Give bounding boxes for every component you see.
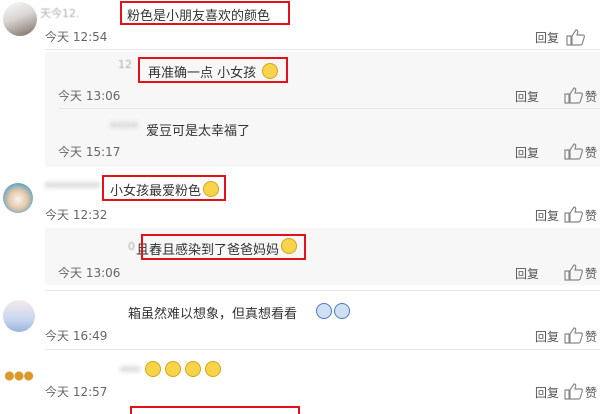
like-label[interactable]: 赞 [585,207,597,224]
reply-button[interactable]: 回复 [515,144,539,161]
like-label[interactable]: 赞 [585,328,597,345]
blurred-username [45,182,100,188]
timestamp: 今天 13:06 [58,89,121,103]
username[interactable]: 0 [128,240,135,253]
emoji-icon [334,303,350,319]
avatar[interactable] [3,300,35,332]
timestamp: 今天 12:54 [45,30,108,44]
username[interactable]: 天今12. [40,5,80,21]
highlight-box [138,57,288,83]
divider [45,290,600,291]
reply-button[interactable]: 回复 [535,328,559,345]
highlight-box [130,406,300,414]
thumbs-up-icon[interactable] [563,382,585,400]
avatar[interactable] [3,364,35,388]
highlight-box [120,1,290,25]
thumbs-up-icon[interactable] [563,326,585,344]
highlight-box [102,175,226,201]
blurred-username [120,366,140,372]
divider [45,349,600,350]
thumbs-up-icon[interactable] [563,86,585,104]
reply-button[interactable]: 回复 [535,207,559,224]
reply-button[interactable]: 回复 [535,29,559,46]
thumbs-up-icon[interactable] [565,28,587,46]
reply-button[interactable]: 回复 [515,265,539,282]
thumbs-up-icon[interactable] [563,263,585,281]
timestamp: 今天 12:32 [45,208,108,222]
timestamp: 今天 16:49 [45,329,108,343]
emoji-icon [205,361,221,377]
reply-button[interactable]: 回复 [515,88,539,105]
comment-text: 箱虽然难以想象，但真想看看 [128,307,298,322]
timestamp: 今天 15:17 [58,145,121,159]
emoji-icon [165,361,181,377]
comment-text: 爱豆可是太幸福了 [146,124,251,139]
divider [45,49,600,50]
like-label[interactable]: 赞 [585,88,597,105]
comment-feed: 天今12. 粉色是小朋友喜欢的颜色 今天 12:54 回复 12 再准确一点 小… [0,0,600,414]
reply-button[interactable]: 回复 [535,384,559,401]
thumbs-up-icon[interactable] [563,205,585,223]
blurred-username [110,122,138,128]
highlight-box [141,234,306,260]
divider [58,108,600,109]
timestamp: 今天 12:57 [45,385,108,399]
emoji-icon [316,303,332,319]
username[interactable]: 12 [118,58,132,71]
avatar[interactable] [3,183,33,213]
emoji-icon [185,361,201,377]
like-label[interactable]: 赞 [585,265,597,282]
like-label[interactable]: 赞 [585,144,597,161]
avatar[interactable] [3,2,37,36]
emoji-icon [145,361,161,377]
timestamp: 今天 13:06 [58,266,121,280]
like-label[interactable]: 赞 [585,384,597,401]
thumbs-up-icon[interactable] [563,142,585,160]
